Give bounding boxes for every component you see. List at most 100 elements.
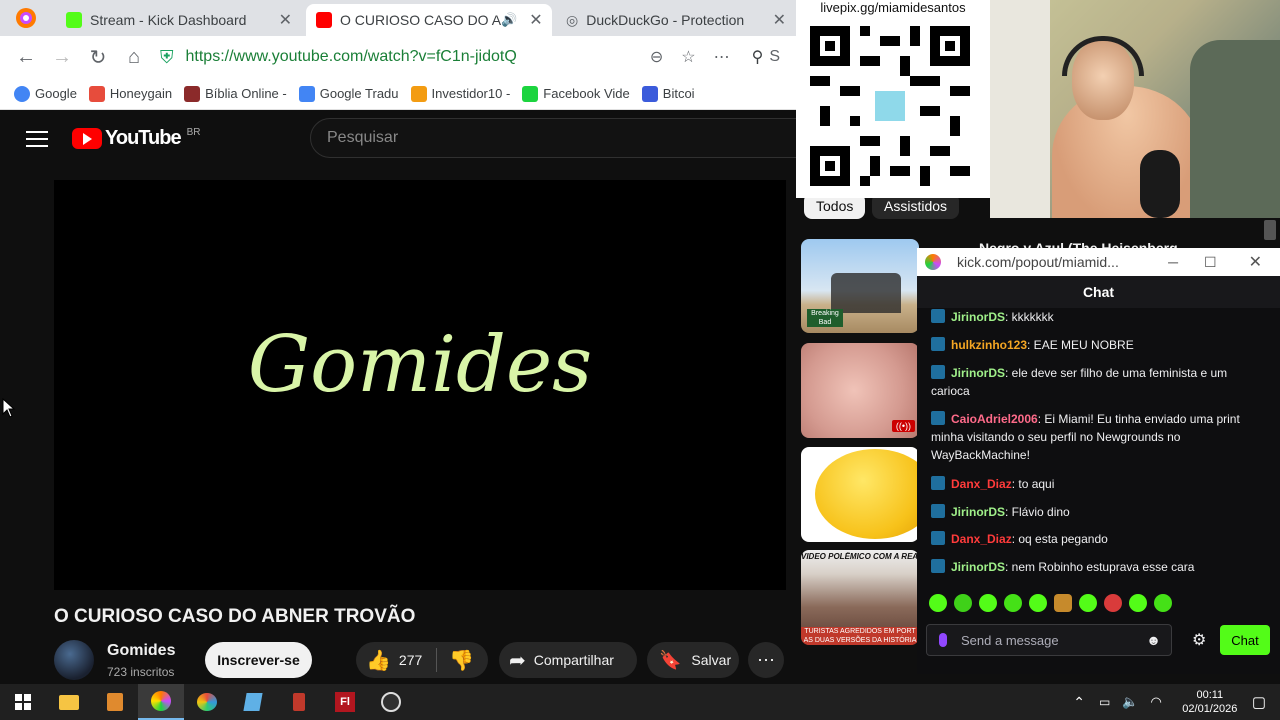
emote-icon[interactable]	[1054, 594, 1072, 612]
home-icon[interactable]: ⌂	[118, 41, 150, 73]
settings-gear-icon[interactable]: ⚙	[1192, 630, 1206, 650]
browser-logo-icon[interactable]	[12, 6, 40, 30]
youtube-logo[interactable]: YouTube BR	[72, 127, 200, 150]
kick-badge-icon	[931, 337, 945, 351]
shield-icon: ⛨	[160, 46, 174, 67]
notifications-icon[interactable]: ▢	[1252, 693, 1266, 711]
chat-send-button[interactable]: Chat	[1220, 625, 1270, 655]
cushion-shape	[1190, 40, 1280, 218]
like-button[interactable]: 👍 277	[356, 648, 422, 673]
tab-label: O CURIOSO CASO DO A	[340, 12, 502, 28]
close-tab-icon[interactable]: ✕	[523, 10, 542, 30]
chat-username[interactable]: Danx_Diaz	[951, 532, 1012, 546]
windows-start-icon[interactable]	[0, 684, 46, 720]
bookmark-facebook[interactable]: Facebook Vide	[522, 85, 630, 102]
youtube-search-input[interactable]: Pesquisar	[310, 118, 810, 158]
maximize-icon[interactable]: ☐	[1204, 254, 1217, 271]
recommended-thumb-3[interactable]	[801, 447, 919, 542]
chat-message: Danx_Diaz: oq esta pegando	[931, 530, 1251, 548]
recommended-thumb-4[interactable]: VIDEO POLÊMICO COM A REAL TURISTAS AGRED…	[801, 550, 919, 645]
more-dots-icon[interactable]: ⋯	[714, 47, 730, 67]
hamburger-menu-icon[interactable]	[26, 128, 48, 148]
bookmark-biblia[interactable]: Bíblia Online -	[184, 85, 287, 102]
chat-input-placeholder: Send a message	[961, 632, 1059, 648]
zoom-icon[interactable]: ⊖	[650, 47, 663, 67]
browser-taskbar-icon[interactable]	[138, 684, 184, 720]
obs-icon[interactable]	[368, 684, 414, 720]
wall-shape	[990, 0, 1050, 218]
kick-badge-icon	[931, 531, 945, 545]
bookmark-investidor[interactable]: Investidor10 -	[410, 85, 510, 102]
recommended-thumb-2[interactable]: ((•))	[801, 343, 919, 438]
scrollbar-thumb[interactable]	[1264, 220, 1276, 240]
save-button[interactable]: 🔖 Salvar	[647, 642, 739, 678]
emoji-picker-icon[interactable]: ☻	[1146, 632, 1161, 648]
qr-code-icon	[810, 26, 970, 186]
bookmark-star-icon[interactable]: ☆	[681, 47, 695, 67]
share-button[interactable]: ➦ Compartilhar	[499, 642, 637, 678]
close-tab-icon[interactable]: ✕	[273, 10, 292, 30]
bookmark-translate[interactable]: Google Tradu	[298, 85, 399, 102]
youtube-logo-text: YouTube	[105, 127, 182, 149]
paint-icon[interactable]	[184, 684, 230, 720]
tab-label: DuckDuckGo - Protection	[586, 12, 745, 28]
chat-username[interactable]: JirinorDS	[951, 310, 1005, 324]
emote-icon[interactable]	[1104, 594, 1122, 612]
tab-kick-dashboard[interactable]: Stream - Kick Dashboard ✕	[56, 4, 302, 36]
chat-username[interactable]: Danx_Diaz	[951, 477, 1012, 491]
media-player-icon[interactable]	[92, 684, 138, 720]
file-explorer-icon[interactable]	[46, 684, 92, 720]
channel-avatar[interactable]	[54, 640, 94, 680]
search-partial[interactable]: S	[769, 48, 780, 66]
chat-input[interactable]: Send a message ☻	[926, 624, 1172, 656]
chat-message: Danx_Diaz: to aqui	[931, 475, 1251, 493]
tab-duckduckgo[interactable]: ◎ DuckDuckGo - Protection ✕	[556, 4, 796, 36]
facebook-video-icon	[522, 85, 539, 102]
notes-app-icon[interactable]	[230, 684, 276, 720]
chat-username[interactable]: JirinorDS	[951, 366, 1005, 380]
bookmark-google[interactable]: Google	[14, 85, 77, 102]
more-actions-button[interactable]: ⋯	[748, 642, 784, 678]
emote-icon[interactable]	[929, 594, 947, 612]
tray-chevron-icon[interactable]: ⌃	[1073, 694, 1085, 711]
forward-icon[interactable]: →	[46, 41, 78, 73]
emote-icon[interactable]	[1154, 594, 1172, 612]
back-icon[interactable]: ←	[10, 41, 42, 73]
bookmark-bitcoin[interactable]: Bitcoi	[641, 85, 695, 102]
bookmark-honeygain[interactable]: Honeygain	[88, 85, 172, 102]
close-tab-icon[interactable]: ✕	[767, 10, 786, 30]
emote-icon[interactable]	[1079, 594, 1097, 612]
emote-icon[interactable]	[1129, 594, 1147, 612]
search-icon[interactable]: ⚲	[752, 47, 764, 67]
share-label: Compartilhar	[533, 652, 614, 668]
emote-icon[interactable]	[954, 594, 972, 612]
address-bar[interactable]: ⛨ https://www.youtube.com/watch?v=fC1n-j…	[160, 42, 780, 72]
url-text[interactable]: https://www.youtube.com/watch?v=fC1n-jid…	[186, 48, 517, 66]
emote-icon[interactable]	[1029, 594, 1047, 612]
wifi-icon[interactable]: ◠	[1150, 694, 1161, 710]
like-dislike-group: 👍 277 👎	[356, 642, 488, 678]
emote-icon[interactable]	[1004, 594, 1022, 612]
tab-youtube-video[interactable]: O CURIOSO CASO DO A 🔊 ✕	[306, 4, 552, 36]
battery-icon[interactable]: ▭	[1099, 695, 1110, 709]
chat-username[interactable]: hulkzinho123	[951, 338, 1027, 352]
chat-username[interactable]: CaioAdriel2006	[951, 412, 1038, 426]
taskbar-clock[interactable]: 00:11 02/01/2026	[1178, 688, 1242, 716]
live-icon: ((•))	[891, 420, 915, 432]
volume-icon[interactable]: 🔈	[1122, 694, 1138, 710]
close-window-icon[interactable]: ✕	[1249, 252, 1262, 272]
speaker-icon[interactable]: 🔊	[501, 12, 517, 28]
chat-username[interactable]: JirinorDS	[951, 505, 1005, 519]
reload-icon[interactable]: ↻	[82, 41, 114, 73]
emote-icon[interactable]	[979, 594, 997, 612]
calculator-icon[interactable]	[276, 684, 322, 720]
thumbs-down-icon[interactable]: 👎	[449, 648, 474, 673]
chip-label: Assistidos	[884, 198, 948, 214]
chat-username[interactable]: JirinorDS	[951, 560, 1005, 574]
channel-name[interactable]: Gomides	[107, 642, 175, 660]
mic-icon[interactable]	[939, 633, 947, 647]
flash-app-icon[interactable]: Fl	[322, 684, 368, 720]
recommended-thumb-breaking-bad[interactable]: Breaking Bad	[801, 239, 919, 333]
minimize-icon[interactable]: ─	[1168, 254, 1178, 270]
subscribe-button[interactable]: Inscrever-se	[205, 642, 312, 678]
